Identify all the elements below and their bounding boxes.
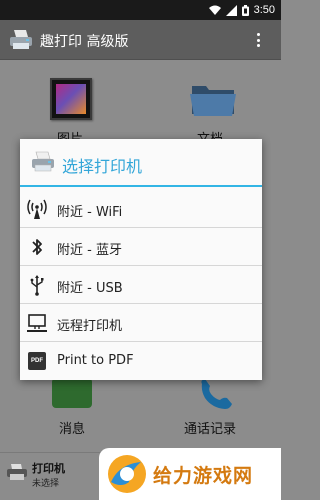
watermark-text: 给力游戏网 (153, 465, 254, 487)
usb-icon (26, 274, 48, 296)
folder-icon (190, 86, 236, 116)
cell-signal-icon (225, 4, 237, 16)
calls-label: 通话记录 (183, 422, 236, 437)
app-bar: 趣打印 高级版 (0, 20, 281, 60)
printer-logo-icon (10, 30, 32, 49)
option-label: 附近 - USB (57, 281, 123, 296)
messages-label: 消息 (58, 422, 85, 437)
printer-icon (7, 464, 27, 480)
dialog-header: 选择打印机 (20, 139, 262, 187)
wifi-signal-icon (208, 5, 221, 15)
photo-icon (50, 78, 92, 120)
dialog-title: 选择打印机 (62, 157, 143, 176)
phone-icon (201, 379, 232, 409)
watermark: 给力游戏网 (99, 448, 281, 500)
select-printer-dialog: 选择打印机 附近 - WiFi 附近 - 蓝牙 附近 - USB 远程打印机 P… (20, 139, 262, 380)
option-nearby-usb[interactable]: 附近 - USB (20, 266, 262, 304)
option-label: 附近 - 蓝牙 (57, 243, 122, 258)
watermark-logo-icon (108, 455, 146, 493)
pdf-badge: PDF (28, 352, 46, 370)
option-label: 附近 - WiFi (57, 205, 123, 220)
option-label: Print to PDF (57, 353, 134, 368)
status-bar: 3:50 (0, 0, 281, 20)
pdf-icon: PDF (26, 350, 48, 372)
printer-logo-icon (32, 151, 54, 172)
option-label: 远程打印机 (57, 319, 123, 334)
overflow-menu-icon[interactable] (257, 33, 261, 47)
status-icons: 3:50 (208, 3, 275, 17)
printer-title: 打印机 (32, 462, 65, 475)
wifi-antenna-icon (26, 198, 48, 220)
printer-type-list: 附近 - WiFi 附近 - 蓝牙 附近 - USB 远程打印机 PDF Pri… (20, 190, 262, 380)
option-nearby-bluetooth[interactable]: 附近 - 蓝牙 (20, 228, 262, 266)
computer-icon (26, 312, 48, 334)
printer-subtitle: 未选择 (32, 479, 60, 489)
bluetooth-icon (26, 236, 48, 258)
option-nearby-wifi[interactable]: 附近 - WiFi (20, 190, 262, 228)
option-print-to-pdf[interactable]: PDF Print to PDF (20, 342, 262, 380)
option-remote-printer[interactable]: 远程打印机 (20, 304, 262, 342)
battery-icon (241, 4, 249, 16)
app-title: 趣打印 高级版 (40, 34, 129, 50)
status-time: 3:50 (253, 4, 275, 16)
message-icon (52, 378, 92, 408)
